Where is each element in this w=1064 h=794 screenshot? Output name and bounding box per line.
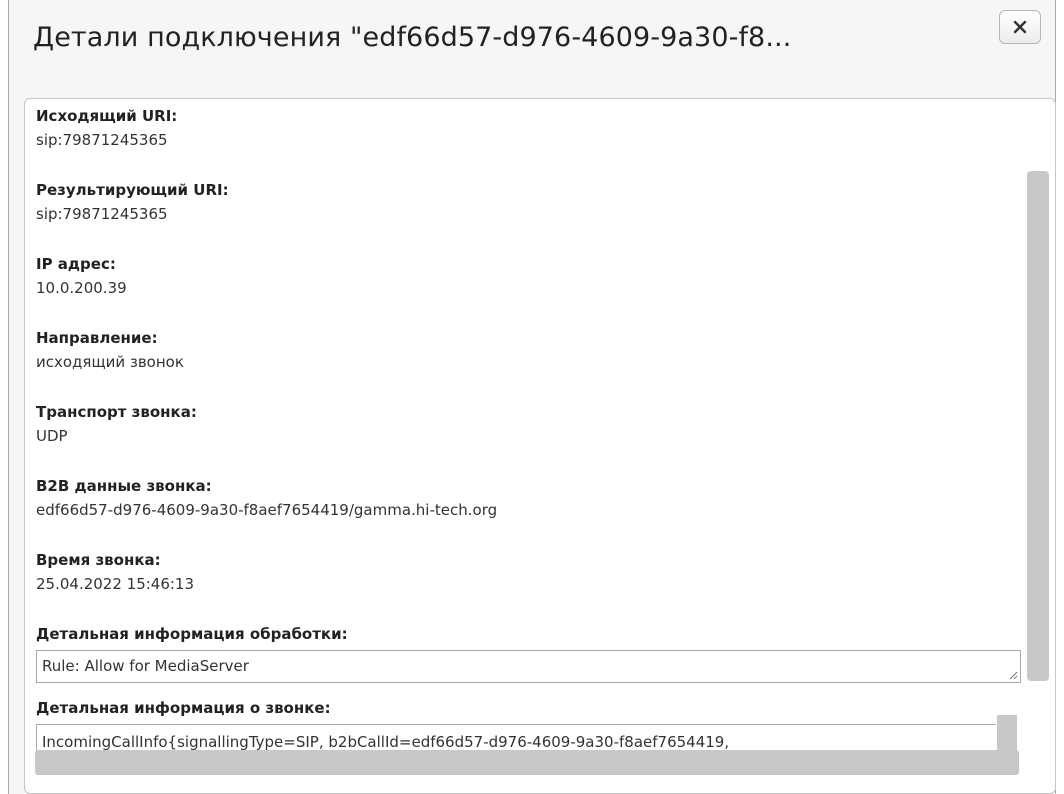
field-value: исходящий звонок <box>36 353 184 371</box>
field-value: UDP <box>36 427 68 445</box>
field-value: 10.0.200.39 <box>36 279 127 297</box>
call-info-horizontal-scrollbar[interactable] <box>35 750 1019 775</box>
field-resulting-uri: Результирующий URI: sip:79871245365 <box>36 180 1026 254</box>
details-content: Исходящий URI: sip:79871245365 Результир… <box>36 106 1026 760</box>
field-label: Время звонка: <box>36 551 161 569</box>
field-value: 25.04.2022 15:46:13 <box>36 575 195 593</box>
call-info-vertical-scrollbar[interactable] <box>997 715 1017 751</box>
field-label: Детальная информация обработки: <box>36 625 348 643</box>
field-value: edf66d57-d976-4609-9a30-f8aef7654419/gam… <box>36 501 498 519</box>
field-label: Направление: <box>36 329 158 347</box>
field-ip-address: IP адрес: 10.0.200.39 <box>36 254 1026 328</box>
details-panel: Исходящий URI: sip:79871245365 Результир… <box>24 98 1056 794</box>
close-icon <box>1013 20 1027 34</box>
textarea-text: IncomingCallInfo{signallingType=SIP, b2b… <box>42 733 730 751</box>
field-processing-info: Детальная информация обработки: Rule: Al… <box>36 624 1026 698</box>
field-value: sip:79871245365 <box>36 205 168 223</box>
field-label: Транспорт звонка: <box>36 403 197 421</box>
close-button[interactable] <box>999 10 1041 44</box>
textarea-text: Rule: Allow for MediaServer <box>42 657 249 675</box>
field-outgoing-uri: Исходящий URI: sip:79871245365 <box>36 106 1026 180</box>
field-label: Детальная информация о звонке: <box>36 699 331 717</box>
field-label: Результирующий URI: <box>36 181 229 199</box>
field-direction: Направление: исходящий звонок <box>36 328 1026 402</box>
processing-info-textarea[interactable]: Rule: Allow for MediaServer <box>36 650 1021 683</box>
resize-grip-icon[interactable] <box>1008 670 1018 680</box>
field-b2b-data: B2B данные звонка: edf66d57-d976-4609-9a… <box>36 476 1026 550</box>
dialog-title: Детали подключения "edf66d57-d976-4609-9… <box>33 22 792 53</box>
field-call-time: Время звонка: 25.04.2022 15:46:13 <box>36 550 1026 624</box>
field-value: sip:79871245365 <box>36 131 168 149</box>
panel-scrollbar-thumb[interactable] <box>1027 171 1049 681</box>
field-label: B2B данные звонка: <box>36 477 212 495</box>
field-label: Исходящий URI: <box>36 107 178 125</box>
field-label: IP адрес: <box>36 255 116 273</box>
field-transport: Транспорт звонка: UDP <box>36 402 1026 476</box>
